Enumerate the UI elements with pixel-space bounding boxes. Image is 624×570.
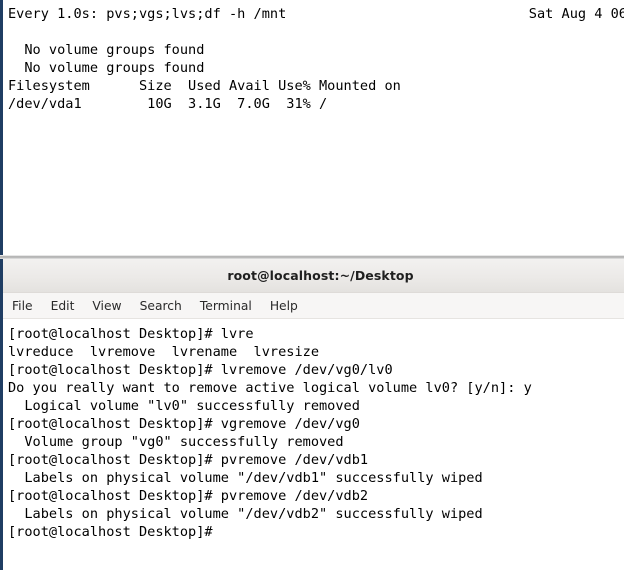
menubar[interactable]: File Edit View Search Terminal Help xyxy=(3,293,624,319)
menu-item-file[interactable]: File xyxy=(12,297,42,315)
terminal-output-line: Logical volume "lv0" successfully remove… xyxy=(8,398,360,414)
watch-output-line: /dev/vda1 10G 3.1G 7.0G 31% / xyxy=(8,96,328,112)
terminal-output-line: [root@localhost Desktop]# pvremove /dev/… xyxy=(8,452,369,468)
menu-item-view[interactable]: View xyxy=(92,297,130,315)
watch-output-line: Filesystem Size Used Avail Use% Mounted … xyxy=(8,78,401,94)
watch-timestamp: Sat Aug 4 06 xyxy=(528,6,624,22)
terminal-output-line: [root@localhost Desktop]# pvremove /dev/… xyxy=(8,488,369,504)
watch-header: Every 1.0s: pvs;vgs;lvs;df -h /mnt Sat A… xyxy=(6,5,624,23)
terminal-output-line: Do you really want to remove active logi… xyxy=(8,380,532,396)
window-title: root@localhost:~/Desktop xyxy=(227,268,414,283)
terminal-output-line: [root@localhost Desktop]# lvremove /dev/… xyxy=(8,362,393,378)
menu-item-terminal[interactable]: Terminal xyxy=(200,297,261,315)
terminal-output-line: [root@localhost Desktop]# vgremove /dev/… xyxy=(8,416,360,432)
watch-output-line: No volume groups found xyxy=(8,60,205,76)
menu-item-edit[interactable]: Edit xyxy=(51,297,84,315)
terminal-output: [root@localhost Desktop]# lvre lvreduce l… xyxy=(8,325,532,541)
terminal-window[interactable]: root@localhost:~/Desktop File Edit View Sea… xyxy=(0,259,624,570)
menu-item-search[interactable]: Search xyxy=(140,297,191,315)
terminal-output-line: [root@localhost Desktop]# xyxy=(8,524,213,540)
watch-command-label: Every 1.0s: pvs;vgs;lvs;df -h /mnt xyxy=(8,6,287,22)
terminal-output-line: Labels on physical volume "/dev/vdb2" su… xyxy=(8,506,483,522)
watch-output-pane[interactable]: Every 1.0s: pvs;vgs;lvs;df -h /mnt Sat A… xyxy=(0,0,624,255)
terminal-output-line: Volume group "vg0" successfully removed xyxy=(8,434,344,450)
terminal-output-line: [root@localhost Desktop]# lvre xyxy=(8,326,254,342)
watch-output-line: No volume groups found xyxy=(8,42,205,58)
window-titlebar[interactable]: root@localhost:~/Desktop xyxy=(3,259,624,293)
watch-body: No volume groups found No volume groups … xyxy=(8,41,401,113)
terminal-output-line: lvreduce lvremove lvrename lvresize xyxy=(8,344,319,360)
terminal-body[interactable]: [root@localhost Desktop]# lvre lvreduce l… xyxy=(3,319,624,570)
terminal-output-line: Labels on physical volume "/dev/vdb1" su… xyxy=(8,470,483,486)
menu-item-help[interactable]: Help xyxy=(270,297,307,315)
